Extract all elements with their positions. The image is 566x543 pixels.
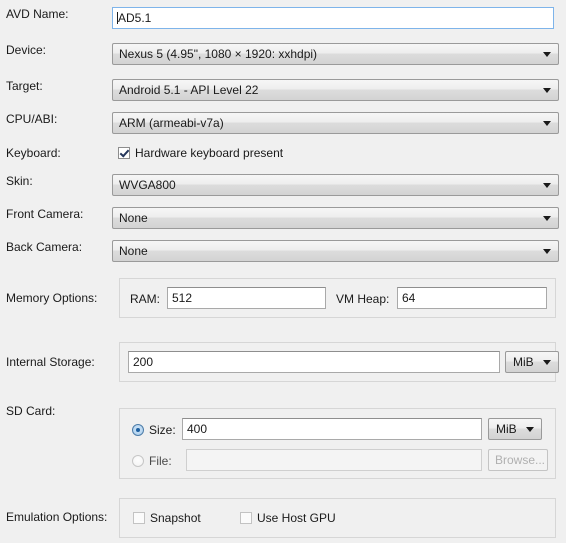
- skin-row: Skin: WVGA800: [0, 174, 566, 196]
- snapshot-label: Snapshot: [150, 511, 201, 525]
- sd-card-file-input[interactable]: [186, 449, 482, 471]
- back-camera-label: Back Camera:: [6, 240, 83, 254]
- skin-value: WVGA800: [119, 178, 176, 192]
- back-camera-value: None: [119, 244, 148, 258]
- sd-card-size-input[interactable]: 400: [182, 418, 482, 440]
- sd-card-label: SD Card:: [6, 404, 56, 418]
- internal-storage-unit-value: MiB: [513, 355, 534, 369]
- checkbox-icon: [240, 512, 252, 524]
- sd-card-browse-button[interactable]: Browse...: [488, 449, 548, 471]
- keyboard-row: Keyboard: Hardware keyboard present: [0, 146, 566, 162]
- chevron-down-icon: [543, 182, 551, 188]
- sd-card-file-label: File:: [149, 454, 172, 468]
- avd-name-label: AVD Name:: [6, 7, 69, 21]
- skin-combobox[interactable]: WVGA800: [112, 174, 559, 196]
- internal-storage-value: 200: [133, 355, 154, 369]
- back-camera-combobox[interactable]: None: [112, 240, 559, 262]
- chevron-down-icon: [526, 426, 534, 432]
- device-combobox[interactable]: Nexus 5 (4.95", 1080 × 1920: xxhdpi): [112, 43, 559, 65]
- sd-card-unit-value: MiB: [496, 422, 517, 436]
- chevron-down-icon: [543, 359, 551, 365]
- avd-name-value: AD5.1: [118, 11, 152, 25]
- hardware-keyboard-label: Hardware keyboard present: [135, 146, 284, 160]
- memory-options-label: Memory Options:: [6, 291, 98, 305]
- chevron-down-icon: [543, 248, 551, 254]
- cpu-abi-value: ARM (armeabi-v7a): [119, 116, 224, 130]
- sd-card-browse-label: Browse...: [495, 453, 546, 467]
- back-camera-row: Back Camera: None: [0, 240, 566, 262]
- front-camera-value: None: [119, 211, 148, 225]
- checkbox-icon: [133, 512, 145, 524]
- ram-input[interactable]: 512: [167, 287, 326, 309]
- front-camera-combobox[interactable]: None: [112, 207, 559, 229]
- emulation-options-label: Emulation Options:: [6, 510, 108, 524]
- checkbox-icon: [118, 147, 130, 159]
- vm-heap-label: VM Heap:: [336, 292, 390, 306]
- sd-card-size-radio[interactable]: Size:: [132, 423, 176, 437]
- avd-name-row: AVD Name: AD5.1: [0, 7, 566, 29]
- ram-label: RAM:: [130, 292, 160, 306]
- keyboard-label: Keyboard:: [6, 146, 61, 160]
- skin-label: Skin:: [6, 174, 33, 188]
- vm-heap-value: 64: [402, 291, 416, 305]
- use-host-gpu-label: Use Host GPU: [257, 511, 336, 525]
- vm-heap-input[interactable]: 64: [397, 287, 547, 309]
- device-row: Device: Nexus 5 (4.95", 1080 × 1920: xxh…: [0, 43, 566, 65]
- target-label: Target:: [6, 79, 43, 93]
- emulation-options-panel: Snapshot Use Host GPU: [119, 498, 556, 538]
- target-value: Android 5.1 - API Level 22: [119, 83, 259, 97]
- sd-card-file-radio[interactable]: File:: [132, 454, 172, 468]
- chevron-down-icon: [543, 120, 551, 126]
- radio-selected-icon: [132, 424, 144, 436]
- target-combobox[interactable]: Android 5.1 - API Level 22: [112, 79, 559, 101]
- use-host-gpu-checkbox[interactable]: Use Host GPU: [240, 511, 336, 525]
- snapshot-checkbox[interactable]: Snapshot: [133, 511, 201, 525]
- front-camera-label: Front Camera:: [6, 207, 84, 221]
- radio-unselected-icon: [132, 455, 144, 467]
- sd-card-panel: Size: 400 MiB File: Browse...: [119, 408, 556, 479]
- cpu-abi-row: CPU/ABI: ARM (armeabi-v7a): [0, 112, 566, 134]
- internal-storage-input[interactable]: 200: [128, 351, 500, 373]
- chevron-down-icon: [543, 51, 551, 57]
- internal-storage-label: Internal Storage:: [6, 355, 95, 369]
- target-row: Target: Android 5.1 - API Level 22: [0, 79, 566, 101]
- cpu-abi-combobox[interactable]: ARM (armeabi-v7a): [112, 112, 559, 134]
- device-value: Nexus 5 (4.95", 1080 × 1920: xxhdpi): [119, 47, 318, 61]
- hardware-keyboard-checkbox[interactable]: Hardware keyboard present: [118, 146, 283, 160]
- internal-storage-unit-combobox[interactable]: MiB: [505, 351, 559, 373]
- sd-card-size-label: Size:: [149, 423, 176, 437]
- device-label: Device:: [6, 43, 47, 57]
- avd-name-input[interactable]: AD5.1: [112, 7, 554, 29]
- memory-options-panel: RAM: 512 VM Heap: 64: [119, 278, 556, 318]
- internal-storage-panel: 200 MiB: [119, 342, 559, 382]
- sd-card-unit-combobox[interactable]: MiB: [488, 418, 542, 440]
- sd-card-size-value: 400: [187, 422, 208, 436]
- chevron-down-icon: [543, 215, 551, 221]
- cpu-abi-label: CPU/ABI:: [6, 112, 58, 126]
- ram-value: 512: [172, 291, 193, 305]
- front-camera-row: Front Camera: None: [0, 207, 566, 229]
- chevron-down-icon: [543, 87, 551, 93]
